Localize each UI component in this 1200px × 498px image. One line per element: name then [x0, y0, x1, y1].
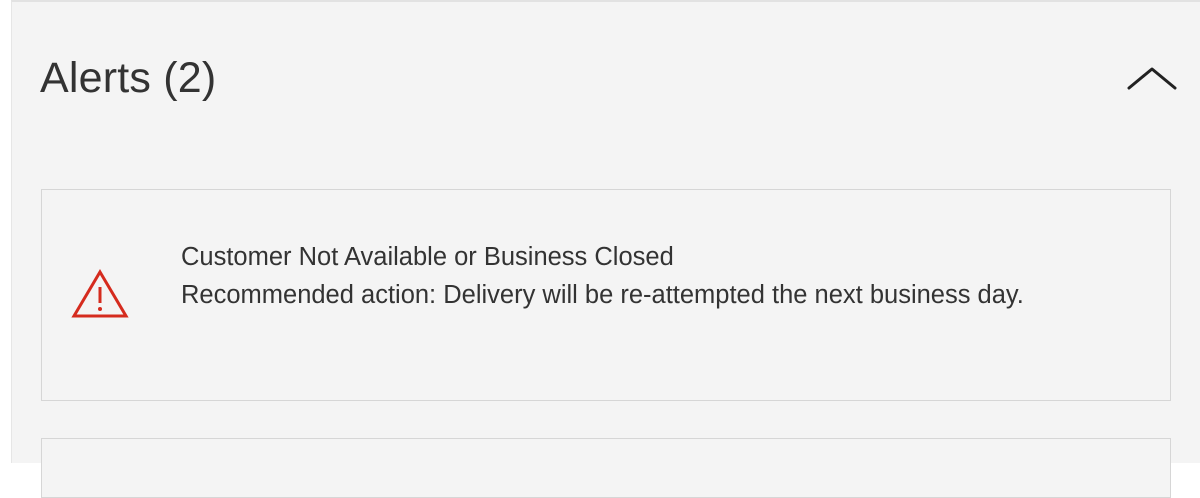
warning-triangle-icon: [71, 269, 129, 318]
chevron-up-icon: [1127, 67, 1177, 90]
alert-card: Customer Not Available or Business Close…: [41, 189, 1171, 401]
collapse-button[interactable]: [1117, 52, 1187, 112]
alerts-header[interactable]: Alerts (2): [12, 2, 1200, 152]
alerts-title: Alerts (2): [40, 54, 217, 102]
alerts-panel: Alerts (2) Customer Not Available or Bus…: [11, 0, 1200, 498]
alert-card-next: [41, 438, 1171, 498]
alert-recommended-action: Recommended action: Delivery will be re-…: [181, 281, 1024, 309]
alert-message: Customer Not Available or Business Close…: [181, 238, 1111, 314]
alert-title: Customer Not Available or Business Close…: [181, 243, 674, 271]
